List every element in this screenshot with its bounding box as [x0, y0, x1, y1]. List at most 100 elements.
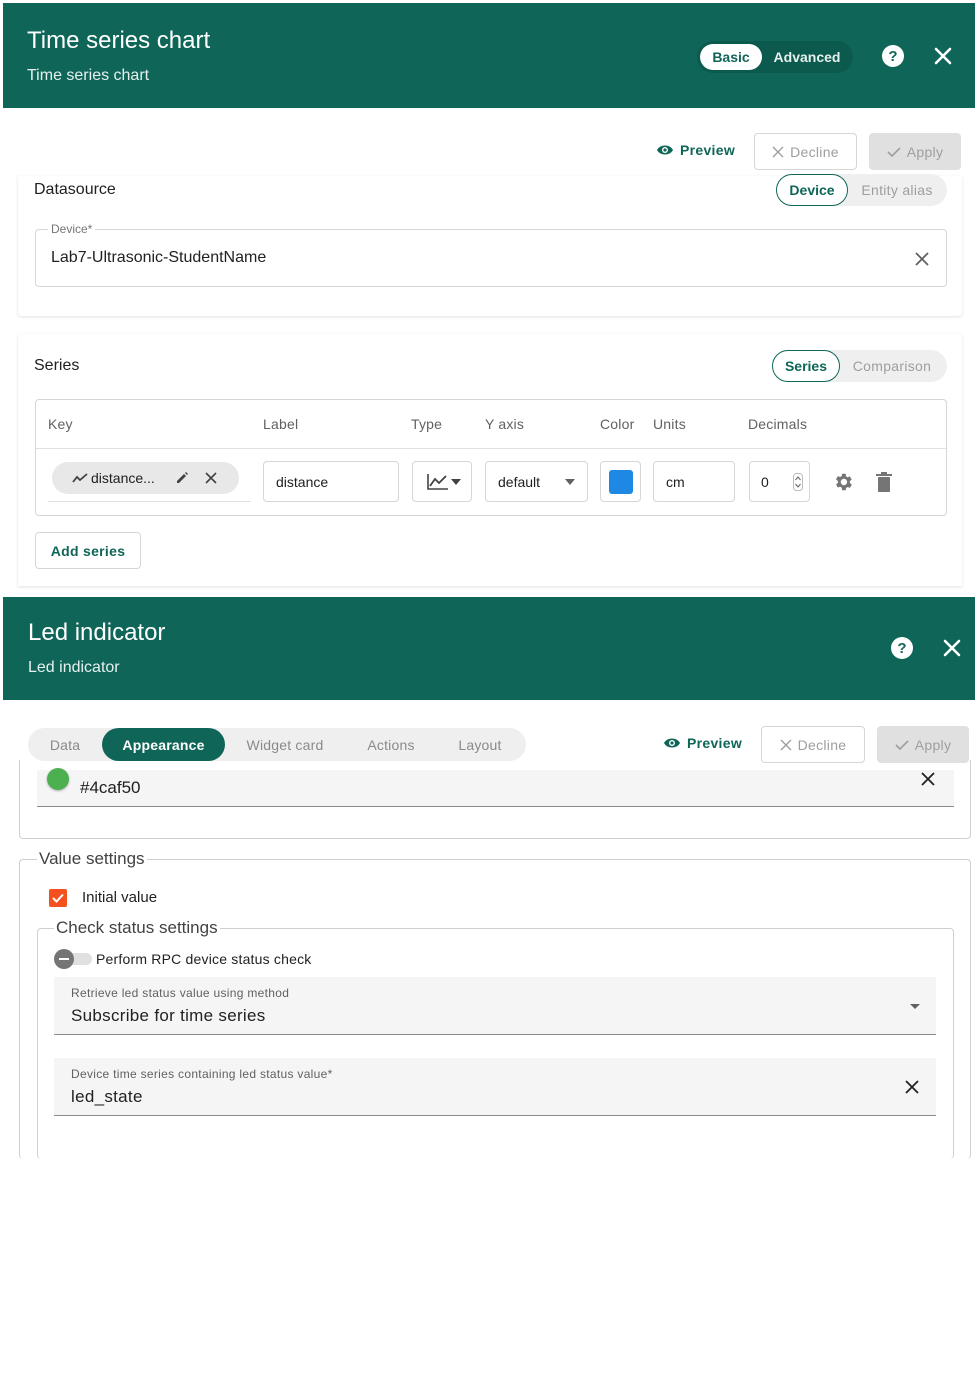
led-tabs: Data Appearance Widget card Actions Layo… — [28, 728, 526, 761]
ts-key-field[interactable]: Device time series containing led status… — [54, 1058, 936, 1116]
datasource-title: Datasource — [34, 181, 116, 198]
series-label-input[interactable]: distance — [263, 461, 399, 502]
tab-actions[interactable]: Actions — [346, 728, 436, 761]
mode-basic-button[interactable]: Basic — [700, 44, 762, 70]
initial-value-checkbox[interactable] — [49, 889, 67, 907]
decimals-input[interactable]: 0 — [749, 461, 810, 502]
series-table: Key Label Type Y axis Color Units Decima… — [35, 399, 947, 516]
decline-label: Decline — [797, 736, 847, 753]
tab-data[interactable]: Data — [28, 728, 102, 761]
retrieve-method-select[interactable]: Retrieve led status value using method S… — [54, 977, 936, 1035]
check-icon — [895, 739, 909, 750]
chevron-down-icon — [565, 478, 575, 485]
close-icon — [780, 739, 792, 750]
ts-key-value: led_state — [71, 1087, 143, 1106]
ts-dialog-subtitle: Time series chart — [27, 67, 150, 84]
y-axis-select[interactable]: default — [485, 461, 588, 502]
help-icon[interactable]: ? — [889, 635, 915, 661]
tab-layout[interactable]: Layout — [438, 728, 522, 761]
y-axis-value: default — [498, 473, 541, 490]
series-title: Series — [34, 357, 80, 374]
line-chart-icon — [427, 473, 448, 490]
col-decimals: Decimals — [748, 416, 808, 432]
help-icon[interactable]: ? — [880, 43, 906, 69]
datasource-type-toggle: Device Entity alias — [776, 174, 947, 206]
col-y-axis: Y axis — [485, 416, 525, 432]
mode-comparison-button[interactable]: Comparison — [844, 350, 940, 382]
units-input[interactable]: cm — [653, 461, 735, 502]
series-type-select[interactable] — [412, 461, 472, 502]
series-card: Series Series Comparison Key Label Type … — [18, 334, 962, 586]
preview-label: Preview — [687, 735, 743, 751]
series-mode-toggle: Series Comparison — [772, 350, 947, 382]
led-dialog-subtitle: Led indicator — [28, 659, 120, 676]
initial-value-label: Initial value — [82, 889, 158, 906]
remove-chip-icon[interactable] — [205, 472, 217, 484]
col-label: Label — [263, 416, 299, 432]
svg-text:?: ? — [888, 48, 897, 65]
check-icon — [52, 893, 64, 903]
add-series-label: Add series — [50, 542, 126, 559]
chevron-down-icon — [910, 1004, 920, 1009]
key-chip[interactable]: distance... — [52, 462, 239, 494]
led-preview-button[interactable]: Preview — [663, 735, 742, 751]
preview-label: Preview — [680, 142, 736, 158]
value-settings-legend: Value settings — [37, 849, 147, 869]
eye-icon — [657, 145, 673, 155]
svg-text:?: ? — [897, 640, 906, 657]
col-key: Key — [48, 416, 73, 432]
ts-decline-button[interactable]: Decline — [754, 133, 857, 170]
check-icon — [887, 146, 901, 157]
led-color-field[interactable]: #4caf50 — [37, 768, 954, 807]
close-icon[interactable] — [930, 43, 956, 69]
ts-preview-button[interactable]: Preview — [656, 142, 735, 158]
add-series-button[interactable]: Add series — [35, 532, 141, 569]
clear-icon[interactable] — [905, 1080, 919, 1094]
apply-label: Apply — [906, 143, 944, 160]
device-field[interactable]: Device* Lab7-Ultrasonic-StudentName — [35, 222, 947, 287]
col-color: Color — [600, 416, 635, 432]
col-type: Type — [411, 416, 443, 432]
device-field-value: Lab7-Ultrasonic-StudentName — [51, 249, 267, 266]
led-color-value: #4caf50 — [80, 778, 141, 797]
key-underline — [48, 501, 251, 502]
mode-advanced-button[interactable]: Advanced — [767, 44, 847, 70]
clear-icon[interactable] — [921, 772, 935, 786]
edit-icon[interactable] — [175, 471, 189, 485]
series-label-value: distance — [276, 473, 329, 490]
type-entity-alias-button[interactable]: Entity alias — [852, 174, 942, 206]
led-apply-button[interactable]: Apply — [877, 726, 969, 763]
toggle-thumb — [54, 949, 74, 969]
units-value: cm — [666, 473, 685, 490]
retrieve-method-label: Retrieve led status value using method — [71, 986, 290, 1000]
stepper-icon[interactable] — [793, 472, 803, 491]
col-units: Units — [653, 416, 686, 432]
apply-label: Apply — [914, 736, 952, 753]
ts-dialog-title: Time series chart — [27, 27, 211, 54]
led-decline-button[interactable]: Decline — [761, 726, 865, 763]
device-field-label: Device* — [48, 222, 96, 236]
ts-key-label: Device time series containing led status… — [71, 1067, 333, 1081]
rpc-check-toggle[interactable] — [54, 948, 92, 970]
ts-apply-button[interactable]: Apply — [869, 133, 961, 170]
color-picker[interactable] — [600, 461, 641, 502]
ts-dialog-header: Time series chart Time series chart Basi… — [3, 3, 975, 108]
rpc-check-label: Perform RPC device status check — [96, 951, 312, 967]
close-icon[interactable] — [939, 635, 965, 661]
retrieve-method-value: Subscribe for time series — [71, 1006, 266, 1025]
type-device-button[interactable]: Device — [776, 174, 848, 206]
decimals-value: 0 — [761, 473, 769, 490]
datasource-card: Datasource Device Entity alias Device* L… — [18, 174, 962, 316]
color-swatch — [608, 469, 633, 494]
ts-mode-toggle: Basic Advanced — [697, 41, 853, 73]
trend-icon — [72, 473, 88, 483]
tab-appearance[interactable]: Appearance — [102, 728, 225, 761]
clear-icon[interactable] — [914, 251, 930, 267]
mode-series-button[interactable]: Series — [772, 350, 840, 382]
led-color-swatch[interactable] — [47, 768, 69, 790]
tab-widget-card[interactable]: Widget card — [229, 728, 341, 761]
table-divider — [36, 448, 946, 449]
led-dialog-title: Led indicator — [28, 619, 166, 646]
delete-icon[interactable] — [876, 472, 892, 492]
settings-icon[interactable] — [832, 471, 854, 493]
